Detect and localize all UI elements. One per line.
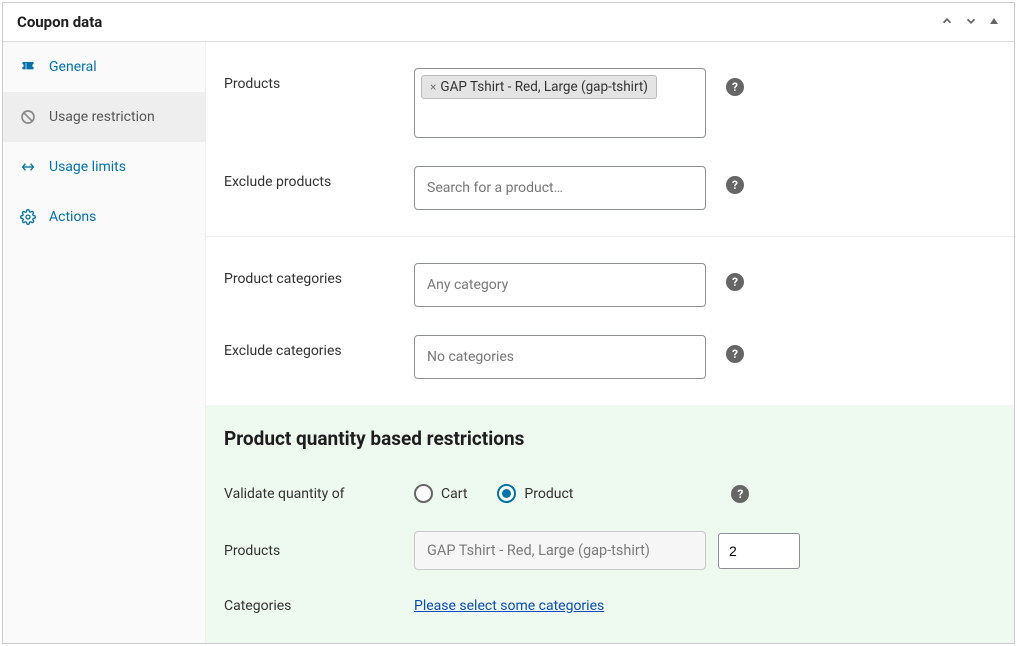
qty-categories-label: Categories xyxy=(224,598,414,614)
move-up-icon[interactable] xyxy=(940,14,954,31)
quantity-restriction-section: Product quantity based restrictions Vali… xyxy=(206,405,1014,643)
radio-cart[interactable]: Cart xyxy=(414,484,467,503)
help-icon[interactable]: ? xyxy=(726,176,744,194)
radio-icon xyxy=(414,484,433,503)
content-area: Products × GAP Tshirt - Red, Large (gap-… xyxy=(206,42,1014,643)
product-categories-label: Product categories xyxy=(224,263,414,287)
sidebar-item-label: Usage restriction xyxy=(49,109,155,125)
product-tag[interactable]: × GAP Tshirt - Red, Large (gap-tshirt) xyxy=(421,75,657,99)
help-icon[interactable]: ? xyxy=(726,345,744,363)
row-product-categories: Product categories Any category ? xyxy=(206,249,1014,321)
gear-icon xyxy=(19,208,37,226)
qty-value-input[interactable] xyxy=(718,533,800,569)
radio-icon xyxy=(497,484,516,503)
qty-product-readonly: GAP Tshirt - Red, Large (gap-tshirt) xyxy=(414,531,706,570)
help-icon[interactable]: ? xyxy=(726,78,744,96)
ban-icon xyxy=(19,108,37,126)
select-categories-link[interactable]: Please select some categories xyxy=(414,598,604,614)
panel-body: General Usage restriction Usage limits A… xyxy=(3,42,1014,643)
exclude-products-select[interactable]: Search for a product… xyxy=(414,166,706,210)
radio-product[interactable]: Product xyxy=(497,484,573,503)
row-exclude-products: Exclude products Search for a product… ? xyxy=(206,152,1014,224)
sidebar-item-label: General xyxy=(49,59,97,75)
validate-quantity-options: Cart Product ? xyxy=(414,484,749,503)
placeholder-text: No categories xyxy=(421,345,520,369)
row-products: Products × GAP Tshirt - Red, Large (gap-… xyxy=(206,54,1014,152)
radio-label: Product xyxy=(524,486,573,502)
coupon-data-panel: Coupon data General xyxy=(2,2,1015,644)
exclude-categories-label: Exclude categories xyxy=(224,335,414,359)
product-categories-select[interactable]: Any category xyxy=(414,263,706,307)
panel-header: Coupon data xyxy=(3,3,1014,42)
move-down-icon[interactable] xyxy=(964,14,978,31)
row-qty-categories: Categories Please select some categories xyxy=(224,584,996,628)
radio-label: Cart xyxy=(441,486,467,502)
help-icon[interactable]: ? xyxy=(726,273,744,291)
products-label: Products xyxy=(224,68,414,92)
row-validate-quantity: Validate quantity of Cart Product ? xyxy=(224,470,996,517)
qty-products-label: Products xyxy=(224,543,414,559)
help-icon[interactable]: ? xyxy=(731,485,749,503)
collapse-icon[interactable] xyxy=(988,15,1000,30)
sidebar-item-label: Actions xyxy=(49,209,96,225)
exclude-categories-select[interactable]: No categories xyxy=(414,335,706,379)
products-select[interactable]: × GAP Tshirt - Red, Large (gap-tshirt) xyxy=(414,68,706,138)
limits-icon xyxy=(19,158,37,176)
qty-section-title: Product quantity based restrictions xyxy=(224,427,996,450)
placeholder-text: Search for a product… xyxy=(421,176,569,200)
panel-title: Coupon data xyxy=(17,13,102,31)
exclude-products-label: Exclude products xyxy=(224,166,414,190)
sidebar-item-label: Usage limits xyxy=(49,159,126,175)
sidebar: General Usage restriction Usage limits A… xyxy=(3,42,206,643)
sidebar-item-usage-limits[interactable]: Usage limits xyxy=(3,142,205,192)
row-exclude-categories: Exclude categories No categories ? xyxy=(206,321,1014,393)
validate-quantity-label: Validate quantity of xyxy=(224,486,414,502)
sidebar-item-actions[interactable]: Actions xyxy=(3,192,205,242)
ticket-icon xyxy=(19,58,37,76)
categories-form: Product categories Any category ? Exclud… xyxy=(206,237,1014,405)
placeholder-text: Any category xyxy=(421,273,514,297)
sidebar-item-general[interactable]: General xyxy=(3,42,205,92)
tag-label: GAP Tshirt - Red, Large (gap-tshirt) xyxy=(440,79,648,95)
remove-tag-icon[interactable]: × xyxy=(430,80,436,94)
restriction-form: Products × GAP Tshirt - Red, Large (gap-… xyxy=(206,42,1014,236)
sidebar-item-usage-restriction[interactable]: Usage restriction xyxy=(3,92,205,142)
panel-header-controls xyxy=(940,14,1000,31)
row-qty-products: Products GAP Tshirt - Red, Large (gap-ts… xyxy=(224,517,996,584)
